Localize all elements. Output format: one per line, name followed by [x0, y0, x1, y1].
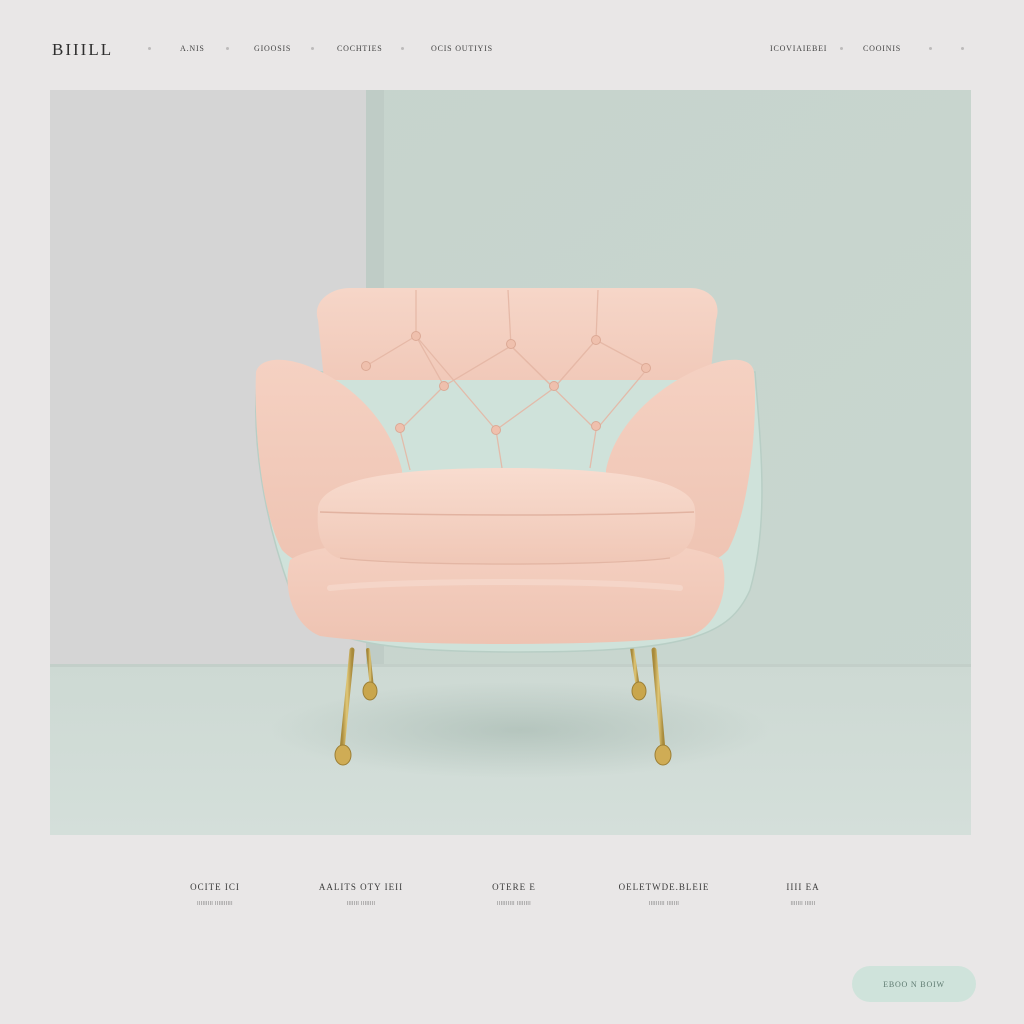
- feature-item-1: OCITE ICI IIIIIIIII IIIIIIIIII: [190, 882, 240, 907]
- feature-title: OELETWDE.BLEIE: [618, 882, 710, 892]
- top-navigation: BIIILL A.NIS GIOOSIS COCHTIES OCIS OUTIY…: [0, 0, 1024, 100]
- feature-subtitle: IIIIIII IIIIIIII: [346, 901, 376, 907]
- nav-separator-dot: [148, 47, 151, 50]
- nav-separator-dot: [961, 47, 964, 50]
- nav-link-right-1[interactable]: ICOVIAIEBEI: [770, 44, 827, 53]
- feature-subtitle: IIIIIIIIII IIIIIIII: [497, 901, 531, 907]
- nav-link-3[interactable]: COCHTIES: [337, 44, 383, 53]
- feature-title: IIII EA: [786, 882, 820, 892]
- feature-item-2: AALITS OTY IEII IIIIIII IIIIIIII: [319, 882, 403, 907]
- nav-separator-dot: [929, 47, 932, 50]
- feature-title: AALITS OTY IEII: [318, 882, 404, 892]
- feature-item-4: OELETWDE.BLEIE IIIIIIIII IIIIIII: [619, 882, 710, 907]
- feature-subtitle: IIIIIII IIIIII: [790, 901, 816, 907]
- feature-item-3: OTERE E IIIIIIIIII IIIIIIII: [492, 882, 536, 907]
- nav-separator-dot: [226, 47, 229, 50]
- landing-page: BIIILL A.NIS GIOOSIS COCHTIES OCIS OUTIY…: [0, 0, 1024, 1024]
- feature-subtitle: IIIIIIIII IIIIIII: [648, 901, 680, 907]
- brand-logo[interactable]: BIIILL: [52, 40, 113, 60]
- hero-image: [50, 90, 971, 835]
- nav-link-4[interactable]: OCIS OUTIYIS: [431, 44, 493, 53]
- feature-title: OTERE E: [492, 882, 536, 892]
- feature-title: OCITE ICI: [190, 882, 240, 892]
- nav-separator-dot: [840, 47, 843, 50]
- nav-link-1[interactable]: A.NIS: [180, 44, 205, 53]
- nav-separator-dot: [311, 47, 314, 50]
- nav-separator-dot: [401, 47, 404, 50]
- feature-subtitle: IIIIIIIII IIIIIIIIII: [197, 901, 233, 907]
- feature-item-5: IIII EA IIIIIII IIIIII: [786, 882, 819, 907]
- nav-link-right-2[interactable]: COOINIS: [863, 44, 901, 53]
- cta-button[interactable]: EBOO N BOIW: [852, 966, 976, 1002]
- nav-link-2[interactable]: GIOOSIS: [254, 44, 291, 53]
- armchair-illustration: [50, 90, 971, 835]
